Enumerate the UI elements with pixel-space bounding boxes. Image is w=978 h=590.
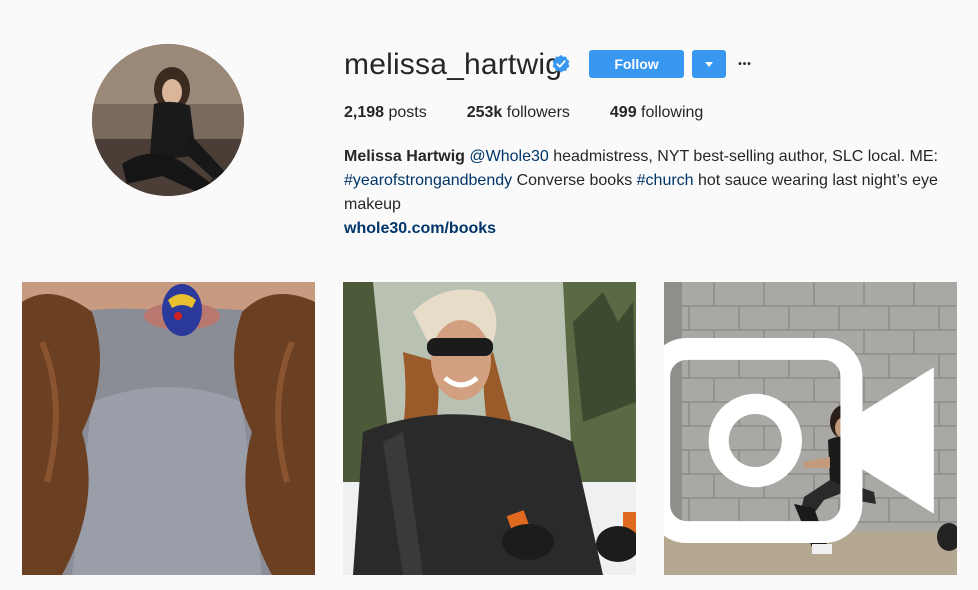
bio-text-2: Converse books — [512, 172, 637, 189]
chevron-down-icon — [705, 61, 713, 67]
website-link[interactable]: whole30.com/books — [344, 217, 964, 241]
full-name: Melissa Hartwig — [344, 148, 465, 165]
post-image — [343, 282, 636, 575]
suggested-dropdown-button[interactable] — [692, 50, 726, 78]
followers-label: followers — [502, 104, 570, 121]
more-options-icon: ••• — [738, 58, 752, 70]
profile-bio: Melissa Hartwig @Whole30 headmistress, N… — [344, 145, 964, 241]
posts-stat: 2,198 posts — [344, 103, 427, 123]
post-tile[interactable] — [22, 282, 315, 575]
video-camera-icon — [664, 337, 934, 544]
following-label: following — [636, 104, 704, 121]
hashtag-link[interactable]: #church — [637, 172, 694, 189]
verified-badge-icon — [552, 55, 570, 73]
following-count: 499 — [609, 104, 637, 121]
following-stat[interactable]: 499 following — [610, 103, 703, 123]
followers-stat[interactable]: 253k followers — [467, 103, 570, 123]
follow-button[interactable]: Follow — [589, 50, 684, 78]
bio-text-1: headmistress, NYT best-selling author, S… — [548, 148, 938, 165]
profile-stats: 2,198 posts 253k followers 499 following — [344, 103, 743, 123]
more-options-button[interactable]: ••• — [736, 52, 754, 76]
hashtag-link[interactable]: #yearofstrongandbendy — [344, 172, 512, 189]
post-image — [22, 282, 315, 575]
profile-avatar[interactable] — [92, 44, 244, 196]
post-tile[interactable] — [343, 282, 636, 575]
followers-count: 253k — [466, 104, 503, 121]
profile-username: melissa_hartwig — [344, 48, 563, 81]
posts-label: posts — [384, 104, 427, 121]
avatar-photo — [92, 44, 244, 196]
post-tile[interactable] — [664, 282, 957, 575]
posts-count: 2,198 — [344, 104, 385, 121]
mention-link[interactable]: @Whole30 — [469, 148, 548, 165]
